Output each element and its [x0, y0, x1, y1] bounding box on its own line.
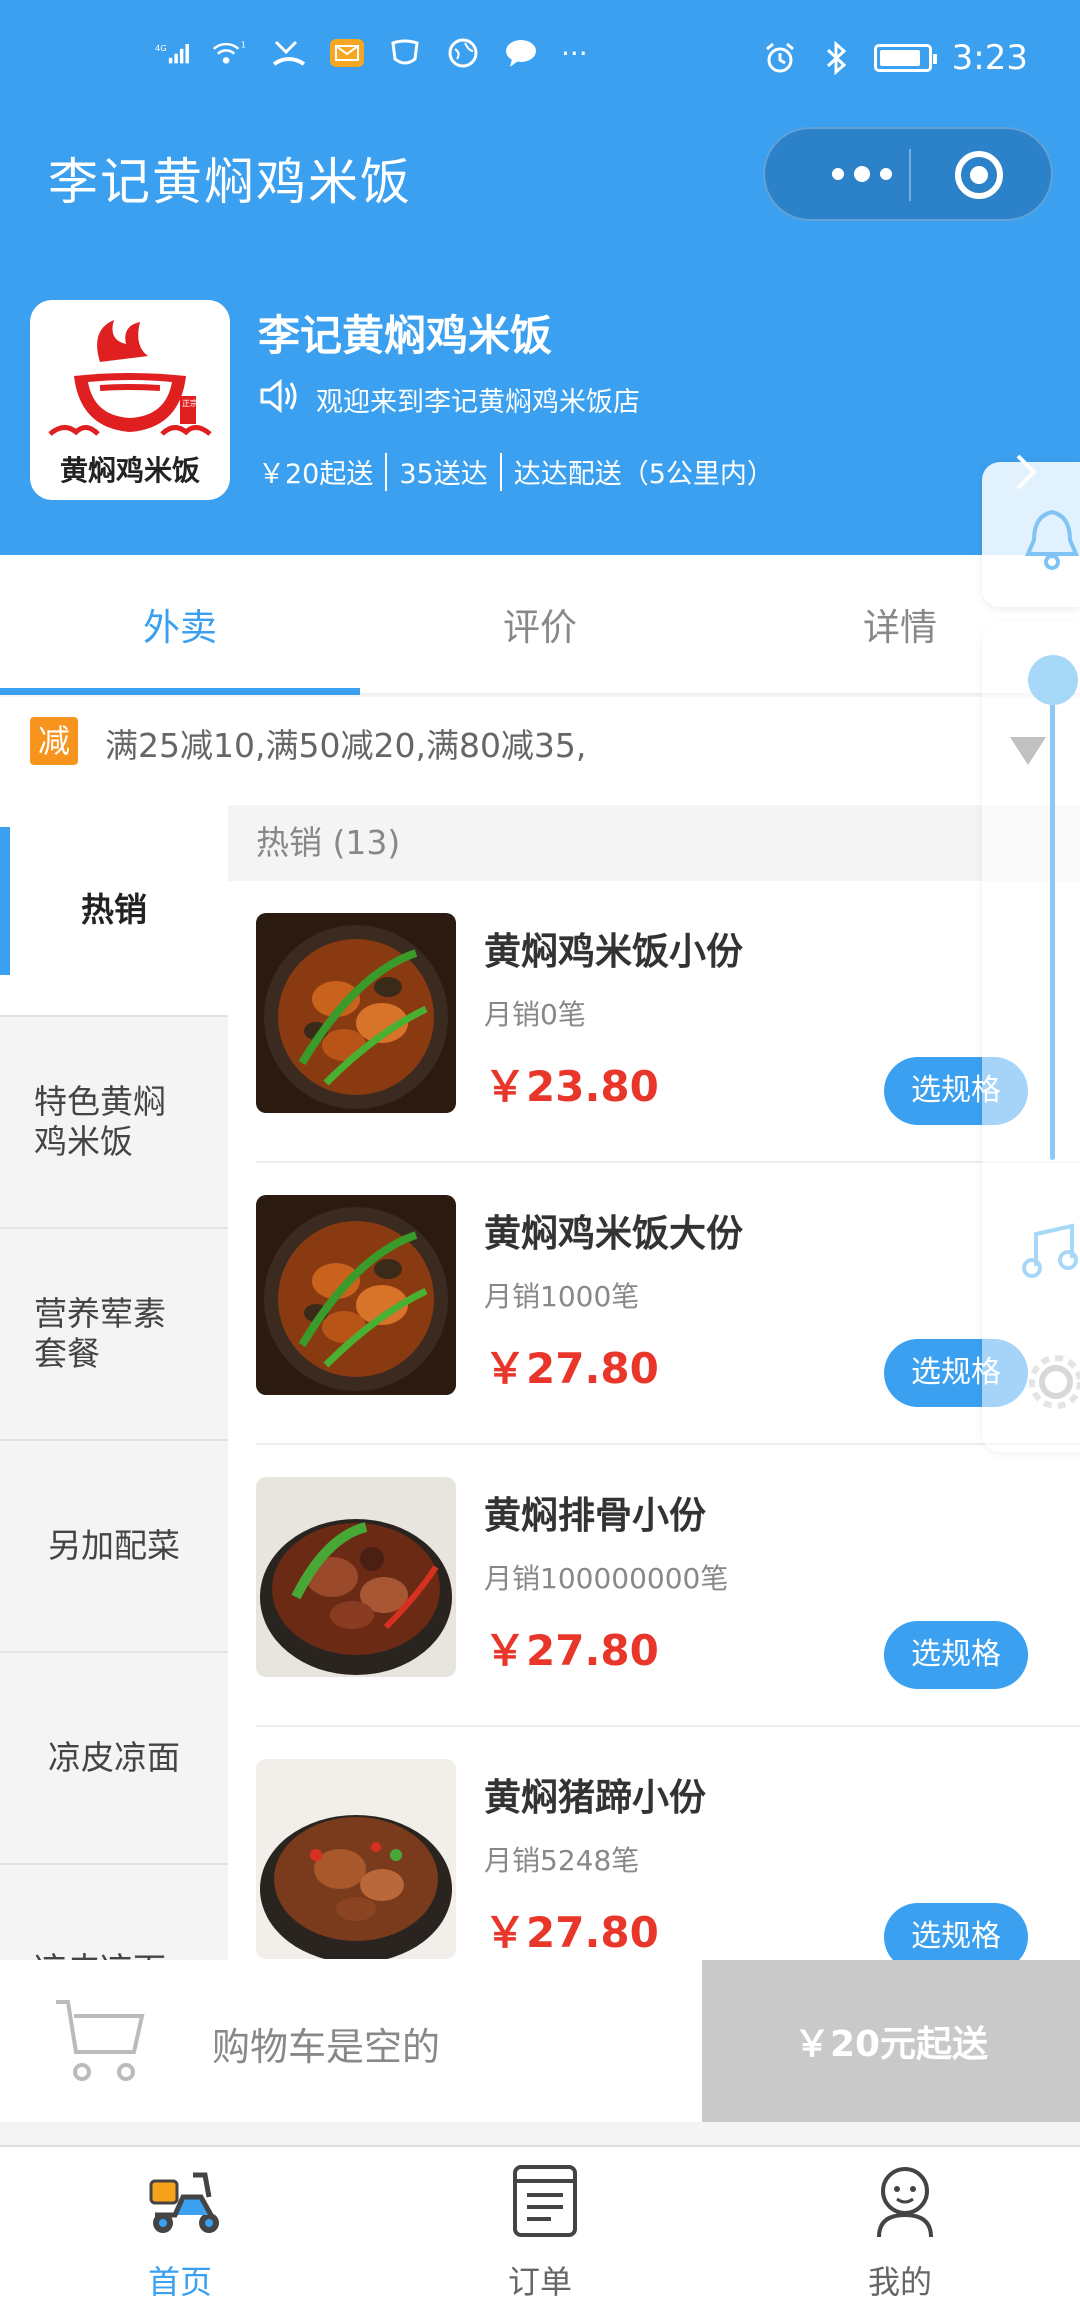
- shield-icon: [387, 36, 423, 70]
- bluetooth-icon: [818, 41, 854, 75]
- product-name: 黄焖鸡米饭大份: [484, 1212, 743, 1255]
- nav-orders[interactable]: 订单: [360, 2147, 720, 2310]
- svg-text:4G: 4G: [155, 43, 167, 53]
- nav-home[interactable]: 首页: [0, 2147, 360, 2310]
- active-tab-indicator: [0, 688, 360, 695]
- floating-tool-panel: [982, 622, 1080, 1452]
- category-item[interactable]: 另加配菜: [0, 1441, 228, 1653]
- category-label: 凉皮凉面: [34, 1950, 166, 1960]
- product-item[interactable]: 黄焖鸡米饭大份 月销1000笔 ￥27.80 选规格: [256, 1163, 1080, 1445]
- product-price: ￥27.80: [484, 1626, 659, 1675]
- category-label: 热销: [81, 890, 147, 929]
- nav-label: 订单: [507, 2263, 572, 2301]
- status-bar: 4G 1 ··· 3:23: [0, 0, 1080, 120]
- product-image[interactable]: [256, 1477, 456, 1677]
- shop-logo: 正宗 黄焖鸡米饭: [30, 300, 230, 500]
- category-label: 凉皮凉面: [48, 1738, 180, 1777]
- alarm-icon: [762, 41, 798, 75]
- missed-call-icon: [271, 36, 307, 70]
- bell-icon: [1024, 509, 1080, 570]
- music-note-icon: [1022, 1223, 1078, 1278]
- cart-status-text: 购物车是空的: [212, 2025, 441, 2069]
- gear-icon: [1029, 1355, 1080, 1409]
- speaker-icon: [258, 378, 302, 421]
- scroll-slider-track[interactable]: [1050, 680, 1055, 1160]
- category-item[interactable]: 特色黄焖 鸡米饭: [0, 1017, 228, 1229]
- category-item[interactable]: 凉皮凉面: [0, 1653, 228, 1865]
- nav-label: 我的: [867, 2263, 932, 2301]
- product-sales: 月销0笔: [484, 998, 586, 1031]
- svg-text:黄焖鸡米饭: 黄焖鸡米饭: [60, 454, 200, 487]
- floating-notification-widget[interactable]: [982, 462, 1080, 607]
- globe-icon: [445, 36, 481, 70]
- tab-takeout[interactable]: 外卖: [0, 555, 360, 693]
- product-sales: 月销100000000笔: [484, 1562, 729, 1595]
- product-image[interactable]: [256, 1195, 456, 1395]
- product-price: ￥27.80: [484, 1344, 659, 1393]
- select-spec-button[interactable]: 选规格: [884, 1621, 1028, 1689]
- section-title: 热销 (13): [228, 805, 1080, 881]
- close-miniprogram-icon[interactable]: [955, 151, 1003, 199]
- shopping-cart-icon[interactable]: [52, 1992, 147, 2087]
- product-price: ￥23.80: [484, 1062, 659, 1111]
- product-sales: 月销1000笔: [484, 1280, 640, 1313]
- category-item[interactable]: 营养荤素 套餐: [0, 1229, 228, 1441]
- promo-bar[interactable]: 减 满25减10,满50减20,满80减35,: [0, 697, 1080, 805]
- product-name: 黄焖排骨小份: [484, 1494, 706, 1537]
- chat-bubble-icon: [503, 36, 539, 70]
- product-name: 黄焖猪蹄小份: [484, 1776, 706, 1819]
- page-title: 李记黄焖鸡米饭: [48, 153, 412, 211]
- user-icon: [865, 2161, 945, 2241]
- shop-name: 李记黄焖鸡米饭: [258, 311, 553, 360]
- checkout-button[interactable]: ￥20元起送: [702, 1960, 1080, 2122]
- product-item[interactable]: 黄焖鸡米饭小份 月销0笔 ￥23.80 选规格: [256, 881, 1080, 1163]
- battery-icon: [873, 44, 937, 72]
- product-list: 热销 (13) 黄焖鸡米饭小份 月销0笔 ￥23.80 选规格 黄焖鸡米饭大份 …: [228, 805, 1080, 1960]
- bottom-navigation: 首页 订单 我的: [0, 2145, 1080, 2310]
- more-menu-icon[interactable]: [807, 129, 917, 219]
- order-list-icon: [505, 2161, 585, 2241]
- product-image[interactable]: [256, 1759, 456, 1959]
- divider: [385, 452, 388, 491]
- delivery-method: 达达配送（5公里内）: [513, 459, 774, 490]
- product-item[interactable]: 黄焖排骨小份 月销100000000笔 ￥27.80 选规格: [256, 1445, 1080, 1727]
- status-time: 3:23: [951, 38, 1028, 78]
- cart-bar: 购物车是空的 ￥20元起送: [0, 1960, 1080, 2122]
- product-item[interactable]: 黄焖猪蹄小份 月销5248笔 ￥27.80 选规格: [256, 1727, 1080, 1960]
- shop-delivery-info: ￥20起送 35送达 达达配送（5公里内）: [258, 452, 774, 491]
- more-notifications-text: ···: [561, 36, 588, 70]
- scroll-slider-handle[interactable]: [1028, 655, 1078, 705]
- select-spec-button[interactable]: 选规格: [884, 1903, 1028, 1960]
- shop-notice: 观迎来到李记黄焖鸡米饭店: [258, 378, 640, 421]
- shop-header: 4G 1 ··· 3:23 李记黄焖鸡米饭 正宗 黄焖鸡米饭 李记黄焖鸡米饭 观…: [0, 0, 1080, 555]
- miniprogram-capsule[interactable]: [763, 127, 1053, 221]
- category-label: 另加配菜: [48, 1526, 180, 1565]
- category-item[interactable]: 凉皮凉面: [0, 1865, 228, 1960]
- capsule-divider: [909, 149, 911, 201]
- shop-tabs: 外卖 评价 详情: [0, 555, 1080, 695]
- scooter-icon: [145, 2161, 225, 2241]
- svg-text:正宗: 正宗: [182, 398, 198, 408]
- category-label: 特色黄焖 鸡米饭: [34, 1082, 166, 1161]
- mail-icon: [329, 36, 365, 70]
- delivery-fee: 35送达: [399, 459, 488, 490]
- category-sidebar: 热销 特色黄焖 鸡米饭 营养荤素 套餐 另加配菜 凉皮凉面 凉皮凉面: [0, 805, 228, 1960]
- nav-profile[interactable]: 我的: [720, 2147, 1080, 2310]
- nav-label: 首页: [147, 2263, 212, 2301]
- tab-reviews[interactable]: 评价: [360, 555, 720, 693]
- network-signal-icon: 4G: [155, 36, 191, 70]
- product-sales: 月销5248笔: [484, 1844, 640, 1877]
- promo-text: 满25减10,满50减20,满80减35,: [105, 726, 587, 765]
- product-name: 黄焖鸡米饭小份: [484, 930, 743, 973]
- wifi-icon: 1: [213, 36, 249, 70]
- product-image[interactable]: [256, 913, 456, 1113]
- category-item[interactable]: 热销: [0, 805, 228, 1017]
- svg-text:1: 1: [241, 39, 246, 49]
- discount-tag: 减: [30, 717, 78, 765]
- notice-text: 观迎来到李记黄焖鸡米饭店: [316, 387, 640, 418]
- divider: [499, 452, 502, 491]
- product-price: ￥27.80: [484, 1908, 659, 1957]
- category-label: 营养荤素 套餐: [34, 1294, 166, 1373]
- min-order: ￥20起送: [258, 459, 374, 490]
